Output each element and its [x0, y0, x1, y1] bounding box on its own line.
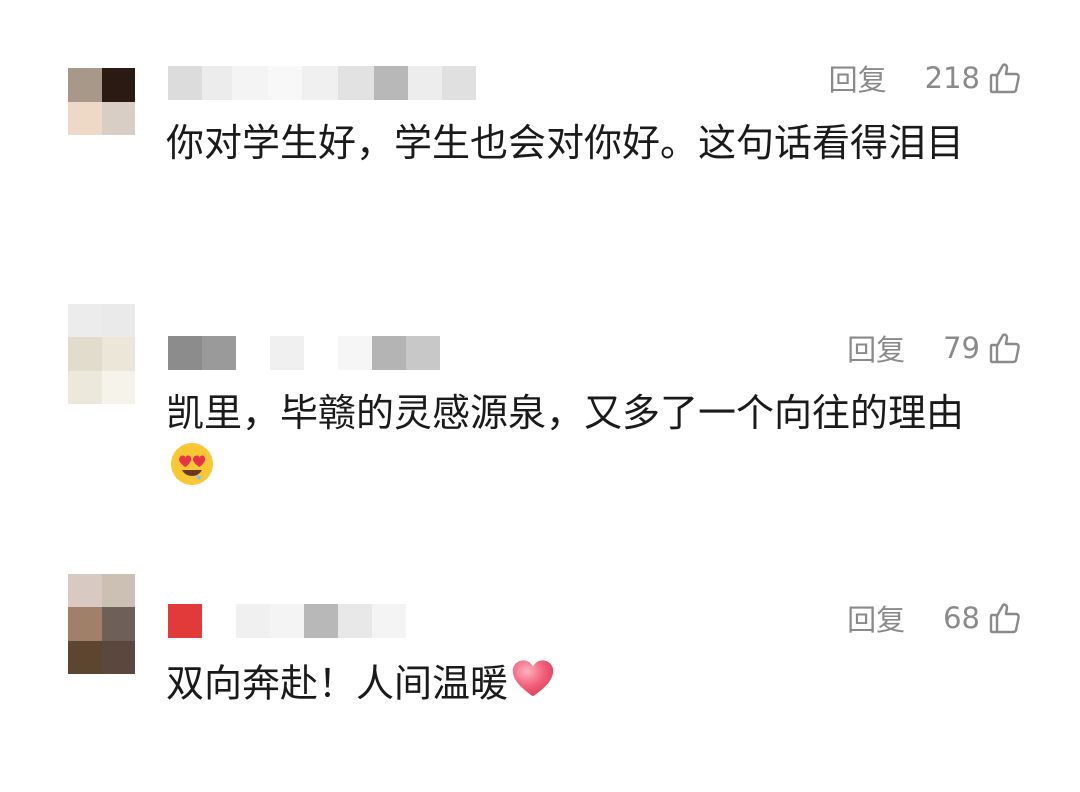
comment-actions: 回复 68 — [847, 598, 1022, 638]
comment-text-content: 凯里，毕赣的灵感源泉，又多了一个向往的理由 — [166, 391, 965, 435]
thumbs-up-icon[interactable] — [988, 61, 1022, 95]
like-count: 68 — [943, 601, 980, 635]
like-count: 79 — [943, 331, 980, 365]
thumbs-up-icon[interactable] — [988, 331, 1022, 365]
comment-text: 凯里，毕赣的灵感源泉，又多了一个向往的理由 — [166, 386, 1006, 502]
comment-text: 双向奔赴！人间温暖 — [166, 656, 1006, 716]
username-blurred[interactable] — [168, 604, 406, 638]
comment-text-content: 双向奔赴！人间温暖 — [166, 661, 509, 706]
reply-button[interactable]: 回复 — [847, 597, 905, 639]
username-blurred[interactable] — [168, 66, 476, 100]
reply-button[interactable]: 回复 — [829, 57, 887, 99]
thumbs-up-icon[interactable] — [988, 601, 1022, 635]
username-blurred[interactable] — [168, 336, 440, 370]
comment-text-content: 你对学生好，学生也会对你好。这句话看得泪目 — [166, 121, 965, 165]
comment-actions: 回复 218 — [829, 58, 1022, 98]
comment-actions: 回复 79 — [847, 328, 1022, 368]
avatar[interactable] — [68, 574, 135, 674]
heart-icon — [510, 656, 556, 716]
avatar[interactable] — [68, 304, 135, 404]
avatar[interactable] — [68, 68, 135, 135]
like-count: 218 — [924, 61, 980, 95]
heart-eyes-drooling-face-icon — [168, 440, 216, 502]
reply-button[interactable]: 回复 — [847, 327, 905, 369]
comment-text: 你对学生好，学生也会对你好。这句话看得泪目 — [166, 116, 1006, 170]
